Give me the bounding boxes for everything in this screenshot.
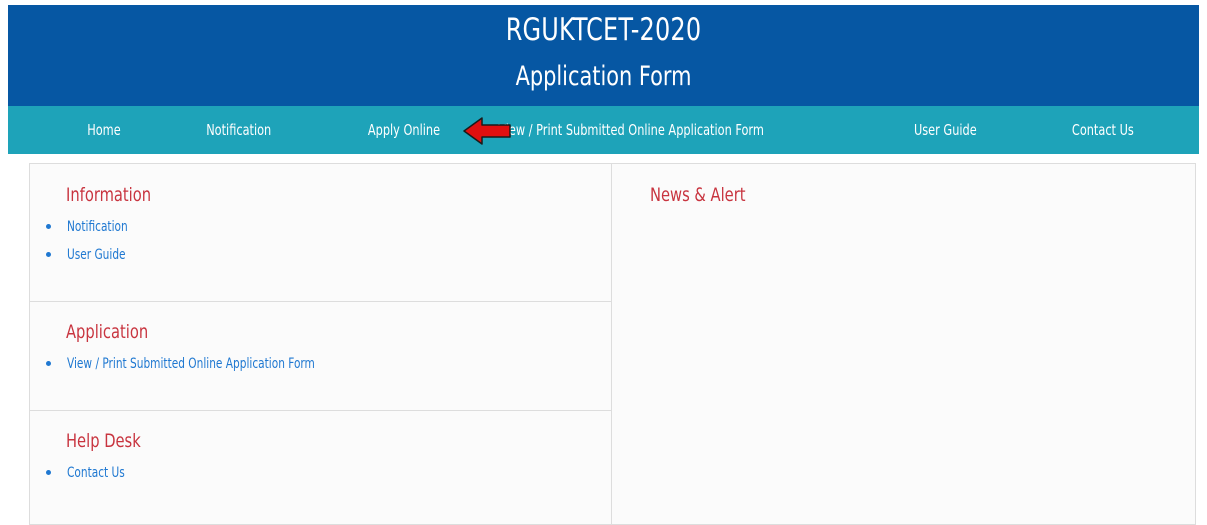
site-subtitle: Application Form — [515, 61, 692, 92]
help-desk-title: Help Desk — [66, 430, 141, 452]
bullet-icon — [46, 470, 51, 475]
information-title: Information — [66, 184, 152, 206]
nav-notification[interactable]: Notification — [206, 106, 271, 154]
nav-home[interactable]: Home — [87, 106, 120, 154]
section-divider — [30, 410, 612, 411]
nav-view-print-application[interactable]: View / Print Submitted Online Applicatio… — [498, 106, 764, 154]
info-panel: Information Notification User Guide Appl… — [29, 163, 613, 525]
nav-user-guide[interactable]: User Guide — [914, 106, 977, 154]
site-title: RGUKTCET-2020 — [505, 12, 702, 48]
page-header: RGUKTCET-2020 Application Form — [8, 5, 1199, 106]
nav-contact-us[interactable]: Contact Us — [1072, 106, 1134, 154]
news-title: News & Alert — [650, 184, 746, 206]
link-notification[interactable]: Notification — [67, 217, 128, 237]
bullet-icon — [46, 224, 51, 229]
link-user-guide[interactable]: User Guide — [67, 245, 126, 265]
application-title: Application — [66, 321, 149, 343]
bullet-icon — [46, 252, 51, 257]
link-view-print-application[interactable]: View / Print Submitted Online Applicatio… — [67, 354, 315, 374]
main-navbar: Home Notification Apply Online View / Pr… — [8, 106, 1199, 154]
left-arrow-icon — [463, 117, 511, 145]
news-panel: News & Alert — [611, 163, 1196, 525]
nav-apply-online[interactable]: Apply Online — [368, 106, 440, 154]
section-divider — [30, 301, 612, 302]
link-contact-us[interactable]: Contact Us — [67, 463, 125, 483]
bullet-icon — [46, 361, 51, 366]
